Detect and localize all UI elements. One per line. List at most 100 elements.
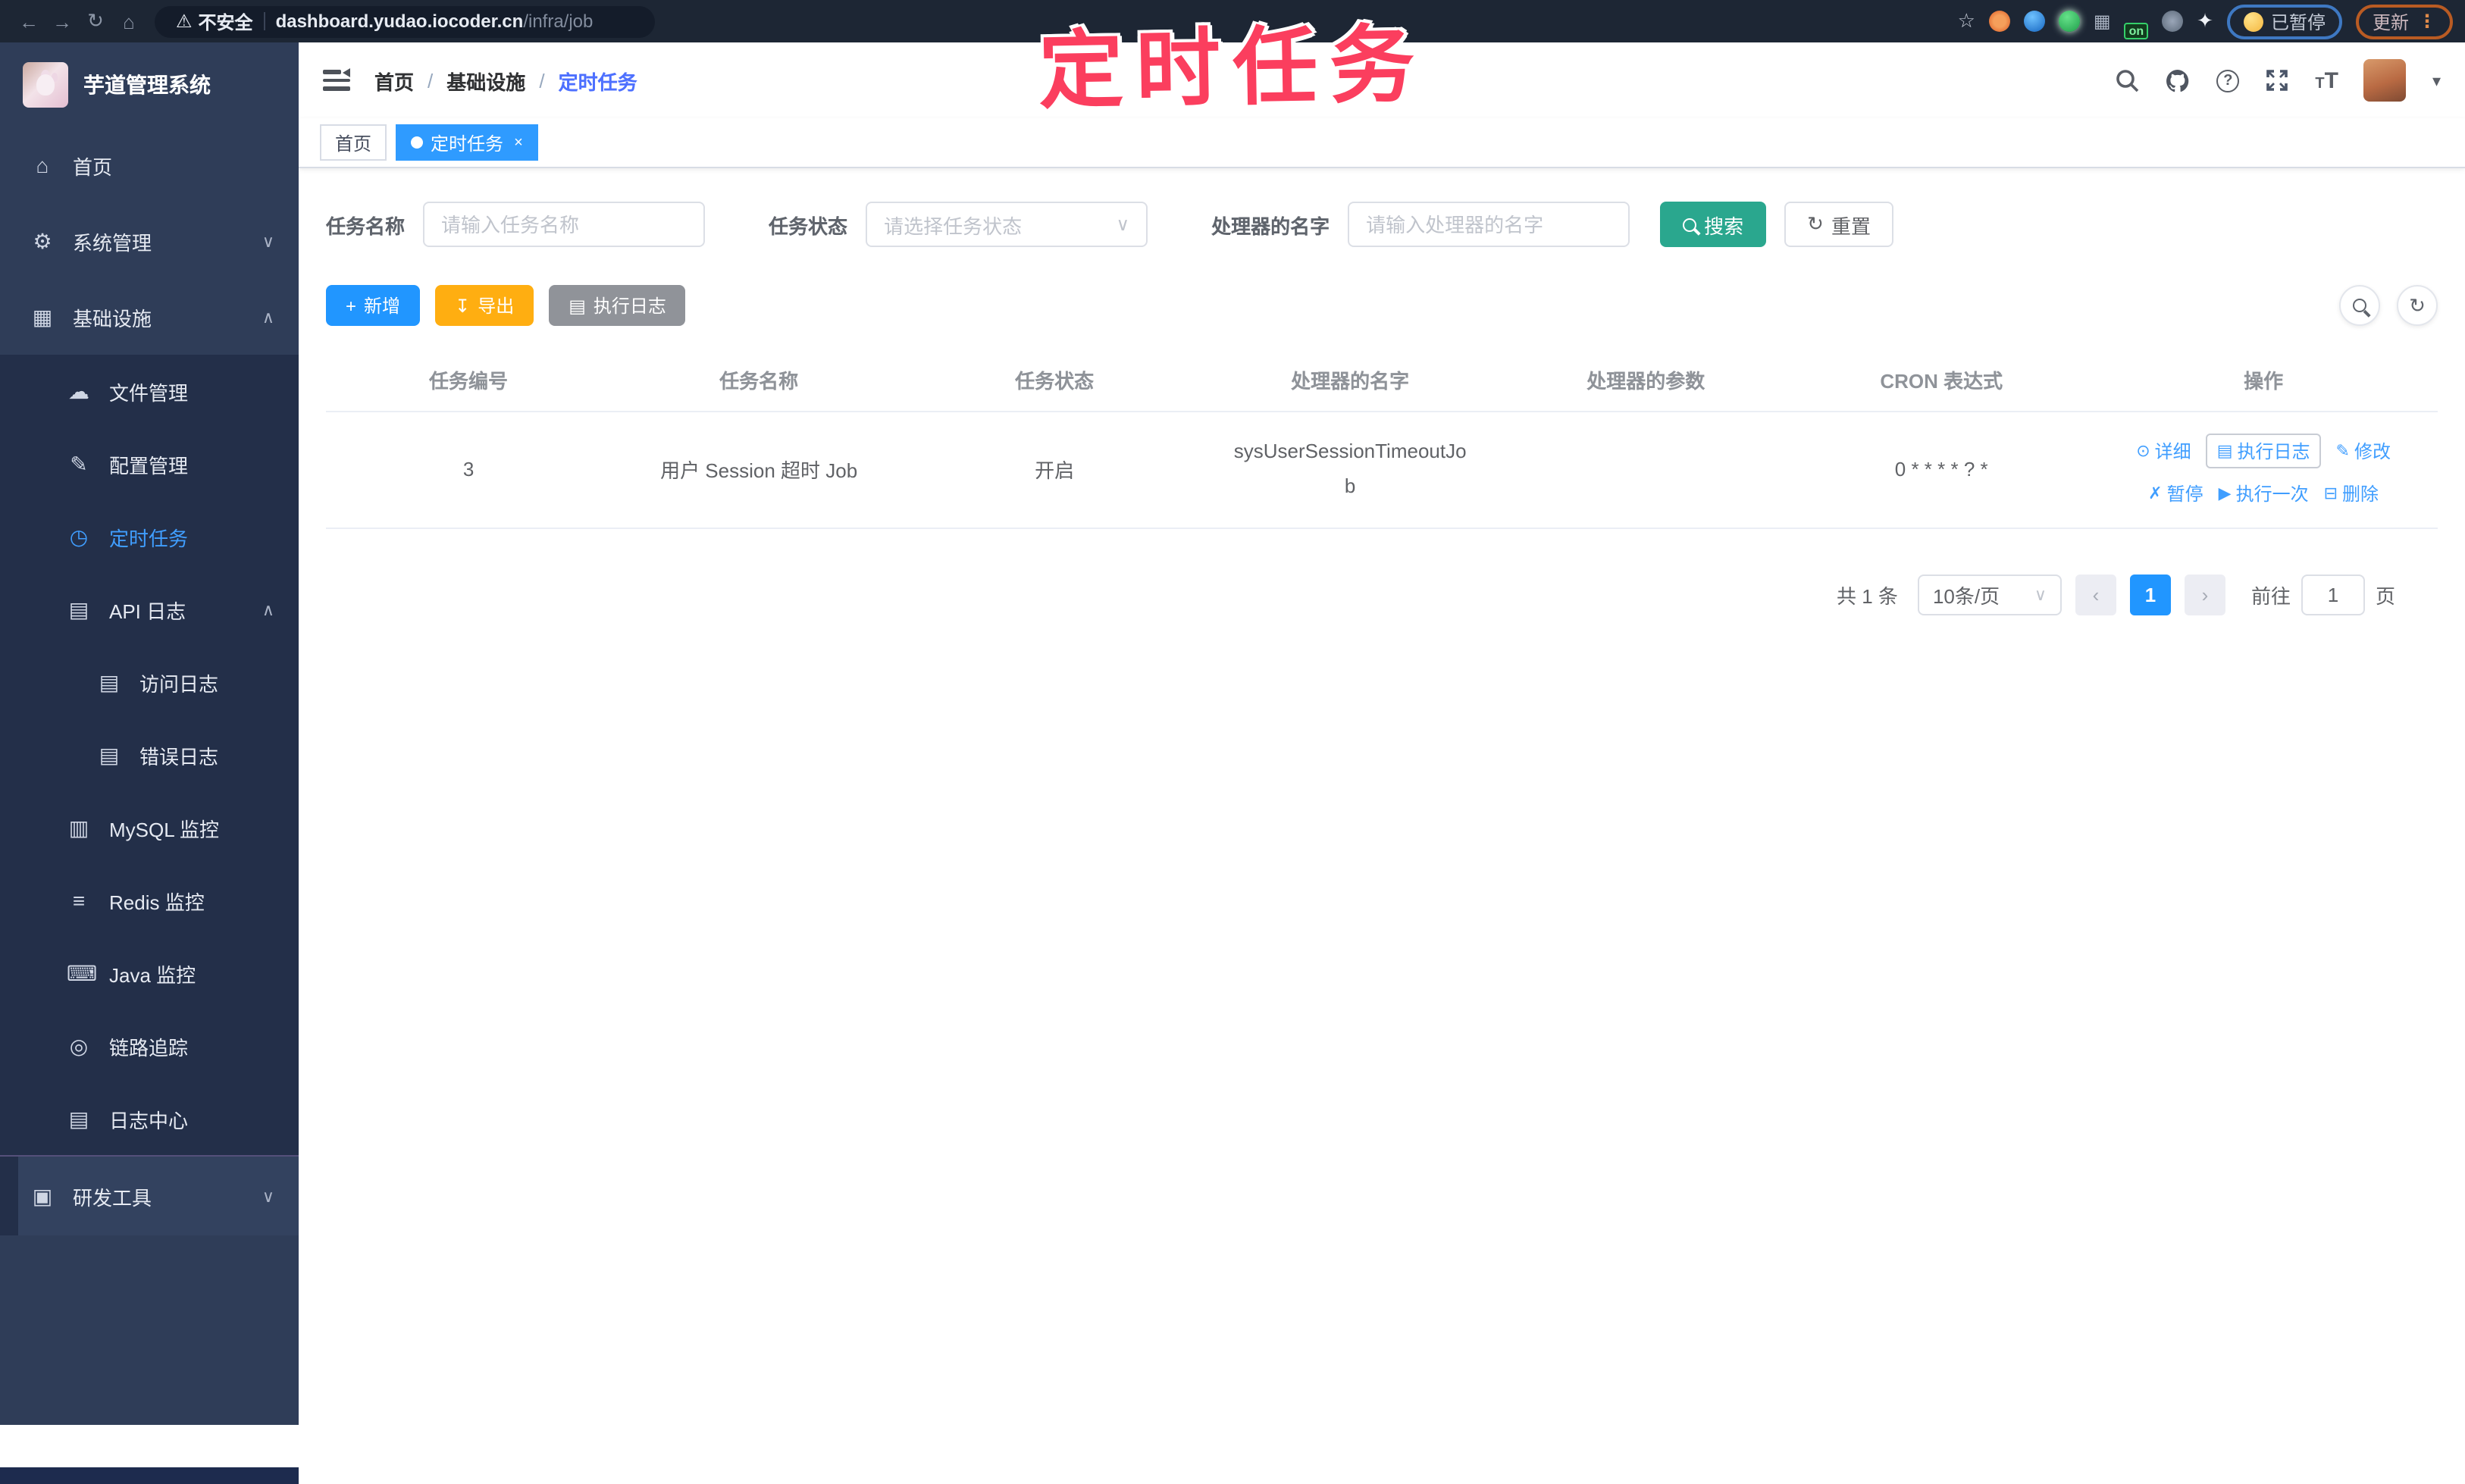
prev-page-button[interactable]: ‹ <box>2075 574 2116 615</box>
home-icon: ⌂ <box>36 153 49 177</box>
extension-icon-blue[interactable] <box>2023 11 2045 32</box>
briefcase-icon: ▣ <box>32 1183 53 1207</box>
sidebar-item-error-log[interactable]: ▤ 错误日志 <box>0 719 299 791</box>
breadcrumb-infra[interactable]: 基础设施 <box>446 66 525 95</box>
page-size-select[interactable]: 10条/页 ∨ <box>1917 574 2062 615</box>
browser-back-icon[interactable]: ← <box>12 10 45 33</box>
page-number-1[interactable]: 1 <box>2129 574 2171 615</box>
sidebar-item-access-log[interactable]: ▤ 访问日志 <box>0 646 299 719</box>
search-icon[interactable] <box>2115 68 2139 92</box>
pin-extension-icon[interactable]: ✦ <box>2197 9 2213 33</box>
extension-icon-green[interactable] <box>2058 11 2080 32</box>
job-name-input[interactable] <box>423 202 706 247</box>
main-content: 首页 / 基础设施 / 定时任务 ? TT ▾ 首页 定时任务 × 任务名称 请… <box>299 42 2465 1484</box>
toggle-search-icon-button[interactable] <box>2339 285 2380 326</box>
address-bar[interactable]: ⚠ 不安全 dashboard.yudao.iocoder.cn/infra/j… <box>155 5 655 37</box>
sidebar-item-api-log[interactable]: ▤ API 日志 ∧ <box>0 573 299 646</box>
extensions-grid-icon[interactable]: ▦ <box>2094 11 2111 32</box>
exec-log-button[interactable]: ▤ 执行日志 <box>549 285 686 326</box>
browser-home-icon[interactable]: ⌂ <box>112 10 146 33</box>
action-exec-log[interactable]: ▤ 执行日志 <box>2206 433 2321 468</box>
sidebar-item-redis-monitor[interactable]: ≡ Redis 监控 <box>0 864 299 937</box>
action-detail[interactable]: ⊙ 详细 <box>2136 437 2191 463</box>
goto-page-input[interactable] <box>2301 574 2365 615</box>
user-menu-caret-icon[interactable]: ▾ <box>2432 70 2441 90</box>
action-modify[interactable]: ✎ 修改 <box>2336 437 2391 463</box>
trash-icon: ⊟ <box>2323 484 2338 502</box>
action-run-once[interactable]: ▶ 执行一次 <box>2219 480 2309 506</box>
user-avatar[interactable] <box>2363 59 2407 102</box>
monitor-icon: ⌨ <box>67 960 98 985</box>
add-button[interactable]: + 新增 <box>326 285 421 326</box>
edit-icon: ✎ <box>70 451 88 475</box>
app-logo-avatar <box>23 62 68 108</box>
layers-icon: ≡ <box>72 888 86 913</box>
github-icon[interactable] <box>2165 67 2191 93</box>
breadcrumb-separator: / <box>428 69 434 92</box>
sidebar-item-trace[interactable]: ◎ 链路追踪 <box>0 1010 299 1082</box>
handler-name-input[interactable] <box>1348 202 1630 247</box>
play-icon: ▶ <box>2218 484 2232 502</box>
col-job-name: 任务名称 <box>611 350 907 412</box>
browser-reload-icon[interactable]: ↻ <box>79 9 112 33</box>
sidebar-item-log-center[interactable]: ▤ 日志中心 <box>0 1082 299 1155</box>
close-icon[interactable]: × <box>514 134 523 151</box>
sidebar-fold-icon[interactable] <box>323 67 350 91</box>
fullscreen-icon[interactable] <box>2265 68 2289 92</box>
warning-icon: ⚠ <box>176 11 193 32</box>
help-icon[interactable]: ? <box>2216 69 2240 92</box>
extension-icon-gray[interactable] <box>2162 11 2184 32</box>
browser-menu-icon[interactable]: ⋮ <box>2418 11 2436 32</box>
job-status-select[interactable]: 请选择任务状态 ∨ <box>866 202 1148 247</box>
job-name-label: 任务名称 <box>326 214 406 237</box>
sidebar-item-dev-tools[interactable]: ▣ 研发工具 ∨ <box>0 1157 299 1235</box>
browser-forward-icon[interactable]: → <box>45 10 79 33</box>
sidebar-item-scheduled-job[interactable]: ◷ 定时任务 <box>0 500 299 573</box>
action-delete[interactable]: ⊟ 删除 <box>2324 480 2379 506</box>
clock-icon: ◷ <box>69 524 89 548</box>
tag-home[interactable]: 首页 <box>320 124 387 161</box>
action-pause[interactable]: ✗ 暂停 <box>2148 480 2203 506</box>
security-warning[interactable]: ⚠ 不安全 <box>176 8 253 34</box>
export-button[interactable]: ↧ 导出 <box>435 285 534 326</box>
app-logo-row[interactable]: 芋道管理系统 <box>0 42 299 127</box>
page-body: 任务名称 任务状态 请选择任务状态 ∨ 处理器的名字 搜索 ↻ 重置 <box>299 168 2465 615</box>
search-button[interactable]: 搜索 <box>1660 202 1767 247</box>
sidebar-item-infra[interactable]: ▦ 基础设施 ∧ <box>0 279 299 355</box>
filter-form: 任务名称 任务状态 请选择任务状态 ∨ 处理器的名字 搜索 ↻ 重置 <box>326 202 2438 247</box>
sidebar-item-mysql-monitor[interactable]: ▥ MySQL 监控 <box>0 791 299 864</box>
next-page-button[interactable]: › <box>2184 574 2225 615</box>
tag-scheduled-job[interactable]: 定时任务 × <box>396 124 538 161</box>
chevron-up-icon: ∧ <box>262 601 274 619</box>
sidebar: 芋道管理系统 ⌂ 首页 ⚙ 系统管理 ∨ ▦ 基础设施 ∧ ☁ 文件管理 ✎ 配… <box>0 42 299 1425</box>
job-status-placeholder: 请选择任务状态 <box>884 214 1023 237</box>
cell-handler-name: sysUserSessionTimeoutJob <box>1202 411 1499 528</box>
handler-name-label: 处理器的名字 <box>1211 214 1330 237</box>
extension-icon-orange[interactable] <box>1988 11 2010 32</box>
sidebar-item-config-manage[interactable]: ✎ 配置管理 <box>0 427 299 500</box>
cell-job-name: 用户 Session 超时 Job <box>611 411 907 528</box>
sidebar-item-home[interactable]: ⌂ 首页 <box>0 127 299 203</box>
list-icon: ▤ <box>568 295 586 316</box>
breadcrumb-current: 定时任务 <box>558 70 637 93</box>
url-path: /infra/job <box>523 11 594 32</box>
chrome-update-button[interactable]: 更新 ⋮ <box>2355 4 2453 39</box>
sidebar-item-file-manage[interactable]: ☁ 文件管理 <box>0 355 299 427</box>
cell-actions: ⊙ 详细 ▤ 执行日志 ✎ 修改 ✗ 暂停 ▶ 执行一次 ⊟ 删除 <box>2089 411 2438 528</box>
bookmark-star-icon[interactable]: ☆ <box>1958 9 1975 33</box>
chevron-down-icon: ∨ <box>1116 214 1130 235</box>
sidebar-item-label: 研发工具 <box>73 1186 152 1209</box>
col-handler-name: 处理器的名字 <box>1202 350 1499 412</box>
sidebar-item-label: 日志中心 <box>109 1109 189 1132</box>
extension-on-badge[interactable]: on <box>2124 22 2149 39</box>
sidebar-item-label: 错误日志 <box>139 745 219 768</box>
log-file-icon: ▤ <box>68 596 89 621</box>
refresh-icon-button[interactable]: ↻ <box>2397 285 2438 326</box>
profile-paused-badge[interactable]: 已暂停 <box>2226 4 2342 39</box>
sidebar-item-system[interactable]: ⚙ 系统管理 ∨ <box>0 203 299 279</box>
breadcrumb-home[interactable]: 首页 <box>374 66 414 95</box>
font-size-icon[interactable]: TT <box>2315 67 2338 93</box>
reset-button[interactable]: ↻ 重置 <box>1784 202 1893 247</box>
pause-icon: ✗ <box>2148 484 2163 502</box>
sidebar-item-java-monitor[interactable]: ⌨ Java 监控 <box>0 937 299 1010</box>
